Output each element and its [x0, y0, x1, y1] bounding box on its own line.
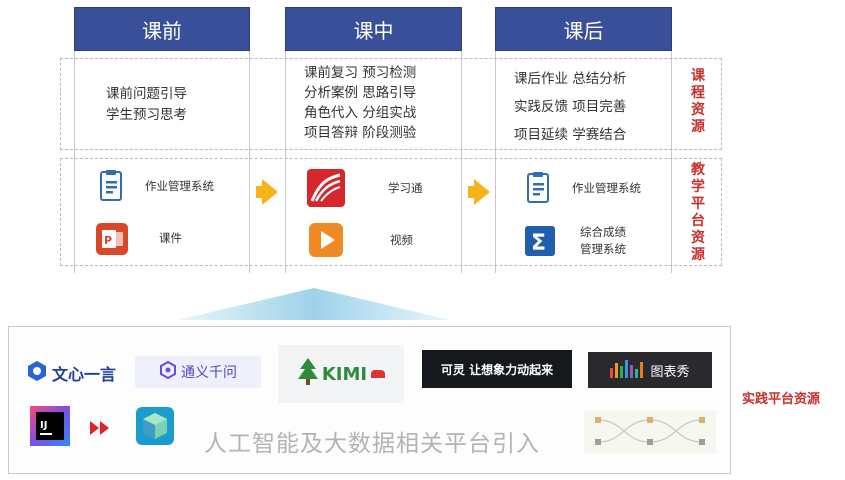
tongyi-icon — [159, 360, 177, 383]
svg-text:IJ: IJ — [40, 420, 47, 431]
kimi-text: KIMI — [321, 363, 368, 385]
tool-xuexitong: 学习通 — [306, 168, 423, 208]
wenxin-icon — [26, 360, 48, 386]
tubiaoxiu-logo: 图表秀 — [588, 352, 712, 388]
video-play-icon — [308, 222, 344, 258]
resource-line: 项目延续 学赛结合 — [514, 127, 627, 143]
tool-label: 作业管理系统 — [572, 180, 641, 195]
keling-text: 可灵 让想象力动起来 — [440, 362, 554, 377]
in-class-resources: 课前复习 预习检测 分析案例 思路引导 角色代入 分组实战 项目答辩 阶段测验 — [304, 63, 416, 143]
tool-label: 综合成绩 管理系统 — [580, 225, 626, 256]
platform-resources-label: 教学平台资源 — [691, 162, 705, 263]
practice-platform-label: 实践平台资源 — [742, 392, 821, 407]
powerpoint-icon: P — [95, 222, 128, 255]
resource-line: 课前问题引导 — [106, 86, 187, 102]
tongyi-logo: 通义千问 — [135, 356, 261, 388]
document-icon — [95, 170, 127, 202]
post-class-resources: 课后作业 总结分析 实践反馈 项目完善 项目延续 学赛结合 — [514, 65, 626, 149]
network-graph-icon — [584, 410, 716, 458]
practice-platform-caption: 人工智能及大数据相关平台引入 — [204, 431, 540, 457]
stage-header-in: 课中 — [285, 7, 462, 51]
keling-logo: 可灵 让想象力动起来 — [422, 350, 572, 388]
flow-arrow-icon — [474, 179, 490, 205]
double-arrow-icon — [90, 420, 112, 439]
pre-class-resources: 课前问题引导 学生预习思考 — [106, 84, 187, 126]
svg-text:P: P — [104, 234, 112, 247]
tool-homework-post: 作业管理系统 — [522, 172, 641, 204]
resource-line: 学生预习思考 — [106, 107, 187, 123]
tubiaoxiu-text: 图表秀 — [650, 364, 690, 380]
xuexitong-icon — [306, 168, 346, 208]
kimi-logo: KIMI — [278, 345, 404, 403]
resource-line: 实践反馈 项目完善 — [514, 99, 627, 115]
wenxin-text: 文心一言 — [52, 365, 117, 384]
tool-homework-pre: 作业管理系统 — [95, 170, 214, 202]
tongyi-text: 通义千问 — [181, 365, 237, 381]
stage-header-pre: 课前 — [74, 7, 250, 51]
resource-line: 课后作业 总结分析 — [514, 71, 627, 87]
tool-courseware: P 课件 — [95, 222, 182, 255]
stage-header-post: 课后 — [495, 7, 672, 51]
resource-line: 角色代入 分组实战 — [304, 105, 417, 121]
resource-line: 课前复习 预习检测 — [304, 65, 417, 81]
intellij-icon: IJ — [30, 406, 70, 450]
document-icon — [522, 172, 554, 204]
flow-arrow-icon — [262, 179, 278, 205]
sigma-icon: Σ — [524, 225, 556, 257]
tool-grade-system: Σ 综合成绩 管理系统 — [524, 224, 626, 258]
resource-line: 分析案例 思路引导 — [304, 85, 417, 101]
kimi-dot-icon — [371, 370, 386, 378]
tool-label: 视频 — [390, 232, 413, 247]
wenxin-logo: 文心一言 — [26, 360, 116, 386]
svg-text:Σ: Σ — [531, 231, 546, 256]
up-arrow-icon — [178, 288, 450, 324]
course-resources-label: 课程资源 — [691, 68, 705, 135]
tree-icon — [297, 357, 319, 391]
tool-label: 课件 — [159, 230, 182, 245]
tool-label: 作业管理系统 — [145, 178, 214, 193]
resource-line: 项目答辩 阶段测验 — [304, 125, 417, 141]
cube-app-icon — [136, 407, 174, 449]
tool-label: 学习通 — [388, 180, 423, 195]
tool-video: 视频 — [308, 222, 413, 258]
intellij-logo: IJ — [30, 406, 70, 450]
bar-chart-icon — [610, 358, 644, 382]
